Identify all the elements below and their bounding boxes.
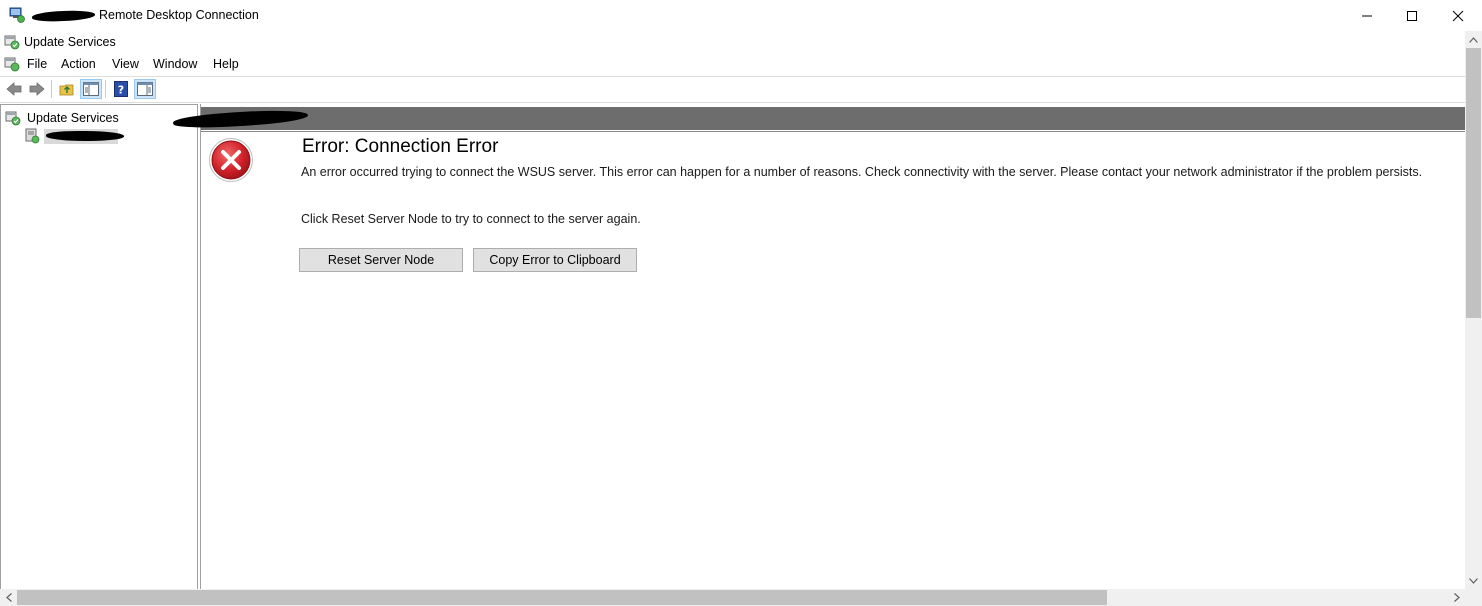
horizontal-scroll-thumb[interactable]: [17, 590, 1107, 605]
tree-node-label: Update Services: [27, 111, 119, 125]
reset-hint-text: Click Reset Server Node to try to connec…: [301, 212, 641, 226]
toolbar-separator: [51, 80, 52, 98]
chevron-down-icon: [1469, 577, 1478, 584]
show-hide-tree-icon: [83, 82, 99, 96]
redacted-server-name: [46, 130, 124, 141]
copy-error-to-clipboard-button[interactable]: Copy Error to Clipboard: [473, 248, 637, 272]
mmc-title: Update Services: [24, 35, 116, 49]
help-icon: ?: [114, 81, 128, 97]
menu-view[interactable]: View: [112, 57, 139, 71]
update-services-icon: [5, 111, 21, 126]
menu-bar: File Action View Window Help: [0, 53, 1466, 75]
toolbar-separator: [105, 80, 106, 98]
minimize-button[interactable]: [1344, 0, 1390, 31]
help-button[interactable]: ?: [110, 79, 132, 99]
maximize-icon: [1407, 10, 1417, 21]
update-services-icon: [4, 35, 20, 50]
scroll-left-button[interactable]: [0, 589, 17, 606]
back-button[interactable]: [3, 79, 25, 99]
reset-server-node-button[interactable]: Reset Server Node: [299, 248, 463, 272]
error-title: Error: Connection Error: [302, 136, 499, 157]
show-hide-console-tree-button[interactable]: [80, 79, 102, 99]
menu-window[interactable]: Window: [153, 57, 197, 71]
horizontal-scrollbar[interactable]: [0, 589, 1482, 606]
error-icon: [209, 138, 253, 182]
chevron-up-icon: [1469, 36, 1478, 43]
show-hide-action-pane-icon: [137, 82, 153, 96]
error-description: An error occurred trying to connect the …: [301, 165, 1423, 179]
scrollbar-corner: [1465, 589, 1482, 606]
window-title: Remote Desktop Connection: [99, 8, 259, 22]
maximize-button[interactable]: [1389, 0, 1435, 31]
remote-desktop-window: Remote Desktop Connection Update Service…: [0, 0, 1482, 606]
up-folder-icon: [59, 84, 74, 96]
redacted-hostname: [31, 9, 96, 23]
tree-node-server[interactable]: [24, 127, 124, 145]
console-tree[interactable]: Update Services: [0, 104, 198, 591]
result-pane: Error: Connection Error An error occurre…: [172, 104, 1466, 589]
scroll-up-button[interactable]: [1465, 31, 1482, 48]
chevron-right-icon: [1453, 593, 1460, 602]
toolbar: ?: [0, 76, 1466, 103]
mmc-title-bar[interactable]: Update Services: [0, 31, 1466, 53]
vertical-scroll-thumb[interactable]: [1466, 48, 1481, 318]
header-divider: [201, 131, 1466, 132]
scroll-right-button[interactable]: [1448, 589, 1465, 606]
show-hide-action-pane-button[interactable]: [134, 79, 156, 99]
menu-file[interactable]: File: [27, 57, 47, 71]
rdp-title-bar[interactable]: Remote Desktop Connection: [0, 0, 1482, 31]
mmc-child-window-icon[interactable]: [4, 56, 20, 72]
up-one-level-button[interactable]: [56, 79, 78, 99]
forward-button[interactable]: [26, 79, 48, 99]
close-button[interactable]: [1435, 0, 1481, 31]
menu-help[interactable]: Help: [213, 57, 239, 71]
result-header-bar: [172, 107, 1466, 132]
svg-text:?: ?: [118, 84, 124, 97]
server-icon: [25, 128, 40, 144]
remote-desktop-icon: [9, 7, 25, 23]
server-node-selection: [44, 128, 124, 144]
back-arrow-icon: [6, 82, 22, 96]
vertical-scrollbar[interactable]: [1465, 31, 1482, 589]
close-icon: [1452, 10, 1464, 21]
scroll-down-button[interactable]: [1465, 572, 1482, 589]
tree-node-update-services[interactable]: Update Services: [5, 109, 119, 127]
chevron-left-icon: [5, 593, 12, 602]
minimize-icon: [1362, 15, 1372, 16]
forward-arrow-icon: [29, 82, 45, 96]
menu-action[interactable]: Action: [61, 57, 96, 71]
